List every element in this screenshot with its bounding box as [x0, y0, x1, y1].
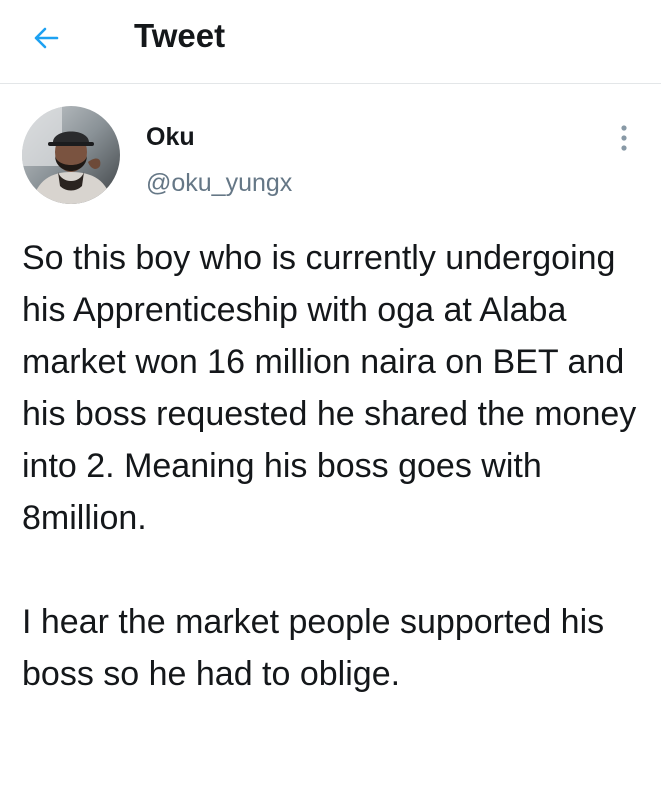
author-handle[interactable]: @oku_yungx [146, 168, 292, 198]
more-vertical-icon [621, 125, 627, 151]
tweet-paragraph: So this boy who is currently undergoing … [22, 239, 637, 537]
app-header: Tweet [0, 0, 661, 84]
tweet-detail: Oku @oku_yungx So this boy who is curren… [0, 84, 661, 809]
tweet-text: So this boy who is currently undergoing … [22, 232, 652, 700]
back-button[interactable] [26, 18, 66, 58]
avatar[interactable] [22, 106, 120, 204]
author-name[interactable]: Oku [146, 122, 195, 152]
tweet-paragraph: I hear the market people supported his b… [22, 603, 605, 693]
profile-photo [22, 106, 120, 204]
more-options-button[interactable] [610, 120, 638, 156]
arrow-left-icon [34, 27, 59, 49]
page-title: Tweet [134, 17, 226, 54]
